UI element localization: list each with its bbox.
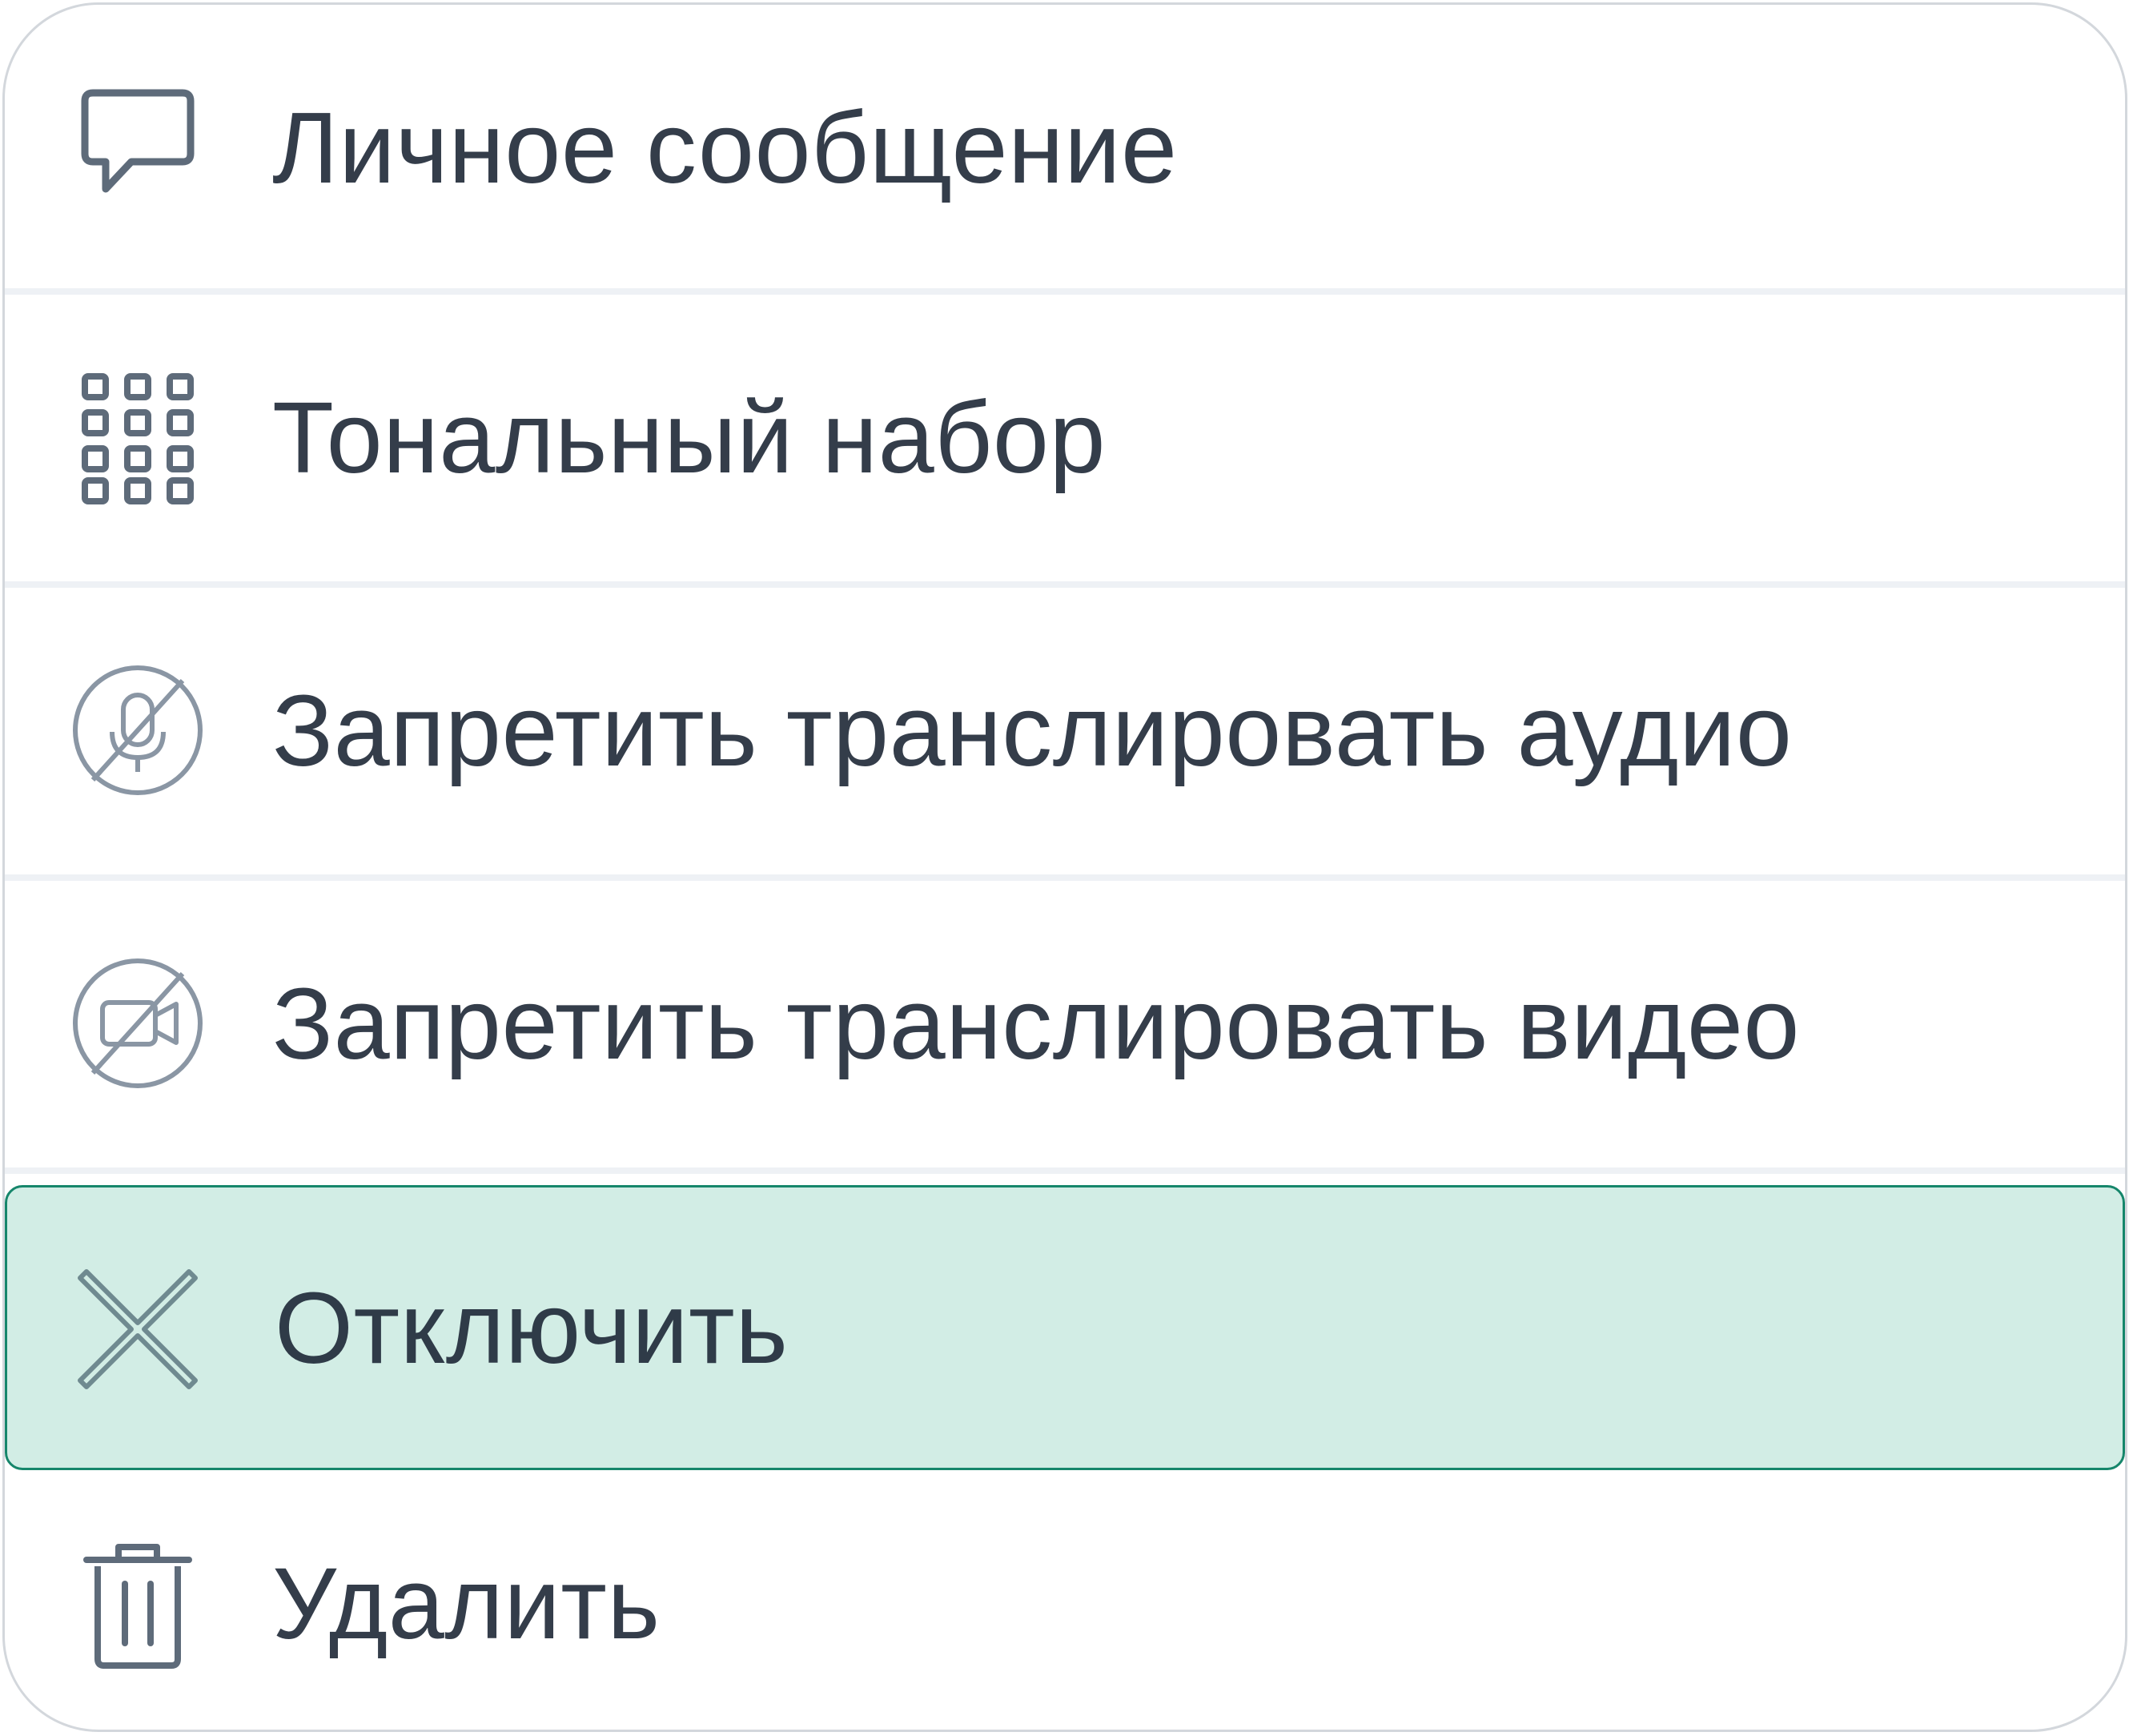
menu-item-label: Личное сообщение: [272, 90, 1178, 204]
menu-item-dtmf[interactable]: Тональный набор: [5, 295, 2125, 580]
divider: [5, 288, 2125, 295]
video-off-icon: [69, 954, 207, 1092]
menu-item-delete[interactable]: Удалить: [5, 1475, 2125, 1730]
menu-item-label: Тональный набор: [272, 380, 1107, 494]
context-menu: Личное сообщение Тональный набор Запрети…: [2, 2, 2127, 1732]
close-icon: [69, 1259, 207, 1396]
menu-item-private-message[interactable]: Личное сообщение: [5, 5, 2125, 290]
menu-item-label: Отключить: [275, 1271, 789, 1384]
menu-item-label: Запретить транслировать видео: [272, 966, 1801, 1080]
dialpad-icon: [69, 368, 207, 506]
mic-off-icon: [69, 661, 207, 799]
menu-item-label: Запретить транслировать аудио: [272, 673, 1793, 787]
divider: [5, 874, 2125, 881]
menu-item-mute-video[interactable]: Запретить транслировать видео: [5, 881, 2125, 1166]
menu-item-label: Удалить: [272, 1546, 661, 1660]
divider: [5, 581, 2125, 588]
chat-bubble-icon: [69, 78, 207, 216]
trash-icon: [69, 1534, 207, 1672]
divider: [5, 1167, 2125, 1174]
menu-item-mute-audio[interactable]: Запретить транслировать аудио: [5, 588, 2125, 873]
menu-item-disconnect[interactable]: Отключить: [5, 1185, 2125, 1470]
